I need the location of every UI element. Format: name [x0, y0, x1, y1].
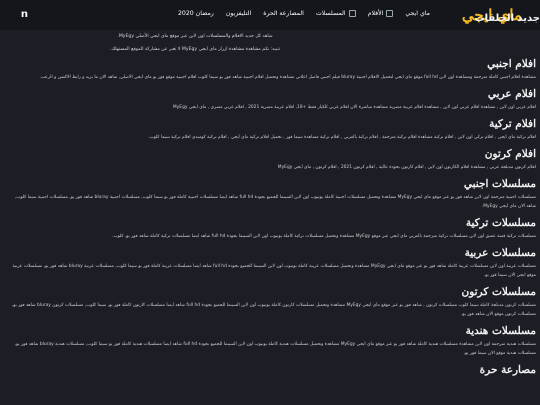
section-cartoon-movies: افلام كرتون افلام كرتون مدبلجة عربي , مش… — [4, 148, 536, 172]
nav-item-ramadan[interactable]: رمضان 2020 — [178, 10, 214, 17]
section-text: افلام كرتون مدبلجة عربي , مشاهدة افلام ا… — [277, 165, 536, 170]
nav-item-myegy[interactable]: ماي ايجي — [405, 10, 430, 17]
section-foreign-series: مسلسلات اجنبي مسلسلات اجنبية مترجمة اون … — [4, 178, 536, 211]
section-turkish-series: مسلسلات تركية مسلسلات تركية قصة عشق اون … — [4, 217, 536, 241]
section-title[interactable]: مسلسلات هندية — [4, 325, 536, 337]
search-icon[interactable]: 𝗻 — [18, 9, 28, 21]
main-nav: ماي ايجي الأفلام المسلسلات المصارعة الحر… — [178, 10, 430, 17]
nav-label: التليفزيون — [225, 10, 252, 17]
notice-line: شاهد كل جديد الافلام والمسلسلات اون لاين… — [117, 34, 273, 39]
section-title[interactable]: مسلسلات تركية — [4, 217, 536, 229]
section-arabic-series: مسلسلات عربية مسلسلات عربية اون لاين مسل… — [4, 247, 536, 280]
square-icon — [348, 10, 356, 17]
section-title[interactable]: افلام عربي — [4, 88, 536, 100]
section-cartoon-series: مسلسلات كرتون مسلسلات كرتون مدبلجة كاملة… — [4, 286, 536, 319]
section-text: مسلسلات تركية قصة عشق اون لاين مسلسلات ت… — [112, 234, 536, 239]
square-icon — [386, 10, 394, 17]
section-text: افلام تركية ماي ايجي , افلام تركي اون لا… — [148, 135, 536, 140]
section-title[interactable]: مسلسلات عربية — [4, 247, 536, 259]
section-text: افلام عربي اون لاين , مشاهدة افلام عربي … — [172, 105, 536, 110]
nav-item-movies[interactable]: الأفلام — [368, 10, 394, 17]
seo-content: افلام اجنبي مشاهدة افلام اجنبي كاملة متر… — [4, 58, 536, 382]
section-turkish-movies: افلام تركية افلام تركية ماي ايجي , افلام… — [4, 118, 536, 142]
section-text: مسلسلات كرتون مدبلجة كاملة سيما كلوب مسل… — [11, 303, 536, 317]
nav-item-tv[interactable]: التليفزيون — [226, 10, 251, 17]
top-navigation-bar: ماي ايجي ماي ايجي الأفلام المسلسلات المص… — [0, 0, 540, 30]
section-title[interactable]: مصارعة حرة — [4, 364, 536, 376]
section-title[interactable]: مسلسلات كرتون — [4, 286, 537, 298]
nav-item-wrestling[interactable]: المصارعة الحرة — [263, 10, 304, 17]
section-arabic-movies: افلام عربي افلام عربي اون لاين , مشاهدة … — [4, 88, 536, 112]
section-wrestling: مصارعة حرة — [4, 364, 536, 376]
section-title[interactable]: مسلسلات اجنبي — [4, 178, 536, 190]
section-title[interactable]: افلام تركية — [4, 118, 536, 130]
nav-label: المصارعة الحرة — [263, 10, 304, 17]
nav-label: الأفلام — [367, 10, 384, 17]
notice-line: تنبيه: نكم مشاهدة مشاهدة ازرار ماي ايجي … — [109, 47, 281, 52]
section-foreign-movies: افلام اجنبي مشاهدة افلام اجنبي كاملة متر… — [4, 58, 536, 82]
section-text: مسلسلات هندية مترجمة اون لاين مشاهدة مسل… — [14, 342, 536, 356]
section-indian-series: مسلسلات هندية مسلسلات هندية مترجمة اون ل… — [4, 325, 536, 358]
section-text: مشاهدة افلام اجنبي كاملة مترجمة ومشاهدة … — [39, 75, 536, 80]
nav-label: ماي ايجي — [405, 10, 430, 17]
nav-item-series[interactable]: المسلسلات — [316, 10, 356, 17]
section-title[interactable]: افلام اجنبي — [4, 58, 536, 70]
page-title: جديد الحلقات — [474, 13, 540, 24]
section-text: مسلسلات عربية اون لاين مسلسلات عربية كام… — [12, 264, 536, 278]
nav-label: رمضان 2020 — [177, 10, 214, 17]
section-title[interactable]: افلام كرتون — [4, 148, 536, 160]
section-text: مسلسلات اجنبية مترجمة اون لاين شاهد فور … — [14, 195, 536, 209]
nav-label: المسلسلات — [315, 10, 346, 17]
